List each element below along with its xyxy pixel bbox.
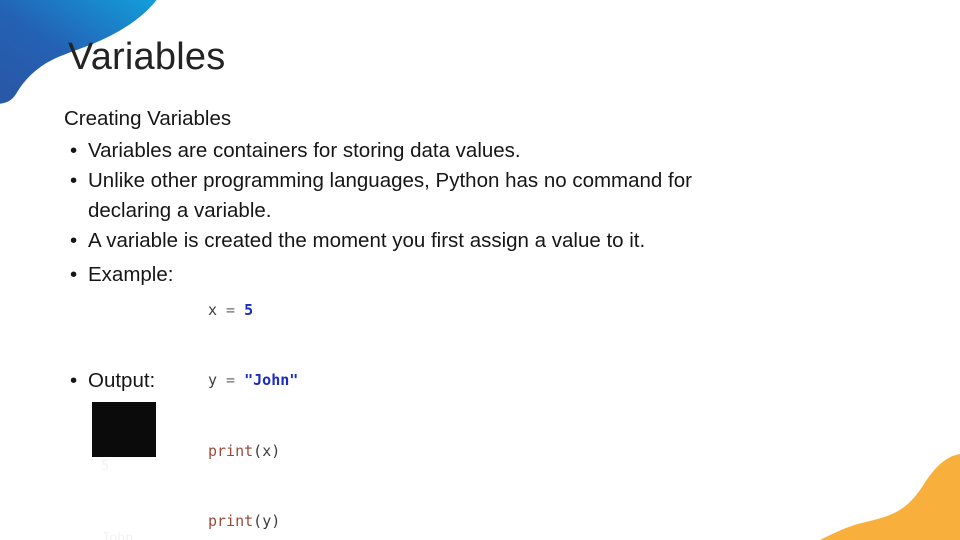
page-title: Variables: [68, 36, 226, 78]
example-row: • Example: x = 5 y = "John" print(x) pri…: [62, 260, 902, 531]
list-item-text-continued: declaring a variable.: [88, 198, 272, 222]
output-terminal: 5 John: [92, 401, 156, 540]
bullet-marker: •: [70, 168, 78, 192]
body-lead: Creating Variables: [64, 107, 232, 130]
code-token-name: x: [208, 300, 218, 319]
bullet-marker: •: [70, 228, 78, 252]
slide: Variables Creating Variables • Variables…: [0, 0, 960, 540]
bullet-marker: •: [70, 262, 78, 286]
list-item-text: Variables are containers for storing dat…: [88, 138, 521, 162]
list-item-text: A variable is created the moment you fir…: [88, 228, 646, 252]
list-item-text: Unlike other programming languages, Pyth…: [88, 168, 692, 192]
bullet-marker: •: [70, 138, 78, 162]
code-token-number: 5: [244, 300, 254, 319]
output-line: John: [101, 529, 134, 540]
code-token-argument: y: [262, 512, 272, 531]
output-line: 5: [101, 457, 110, 474]
code-line: print(y): [208, 510, 298, 534]
orange-corner-blob-icon: [820, 454, 960, 540]
output-row: • Output: 5 John: [62, 366, 902, 540]
list-item: • Unlike other programming languages, Py…: [62, 166, 902, 226]
list-item: • A variable is created the moment you f…: [62, 226, 902, 256]
code-line: x = 5: [208, 299, 298, 323]
output-label: • Output:: [62, 366, 902, 396]
code-token-operator: =: [217, 300, 245, 319]
bullet-marker: •: [70, 368, 78, 392]
list-item: • Variables are containers for storing d…: [62, 136, 902, 166]
code-token-function: print: [208, 512, 254, 531]
code-token-paren-close: ): [271, 512, 281, 531]
code-token-paren-open: (: [253, 512, 263, 531]
example-label-text: Example:: [88, 262, 174, 286]
example-label: • Example:: [62, 260, 173, 290]
slide-body: Creating Variables • Variables are conta…: [62, 104, 902, 540]
output-label-text: Output:: [88, 368, 156, 392]
